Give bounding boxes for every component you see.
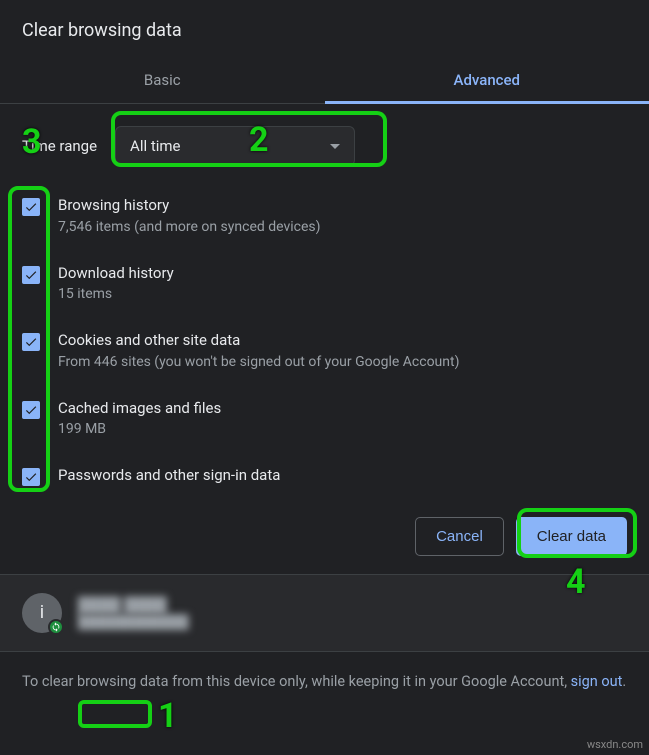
item-text: Download history 15 items: [58, 262, 627, 306]
item-text: Passwords and other sign-in data: [58, 464, 627, 487]
list-item: Cached images and files 199 MB: [22, 385, 627, 453]
check-icon: [24, 470, 38, 484]
watermark: wsxdn.com: [587, 738, 643, 751]
item-title: Cached images and files: [58, 397, 627, 420]
time-range-row: Time range All time: [0, 104, 649, 176]
list-item: Cookies and other site data From 446 sit…: [22, 317, 627, 385]
item-sub: 15 items: [58, 284, 627, 305]
clear-data-button[interactable]: Clear data: [516, 517, 627, 556]
item-title: Cookies and other site data: [58, 329, 627, 352]
checkbox-passwords[interactable]: [22, 468, 40, 486]
avatar-initial: i: [40, 602, 44, 623]
time-range-value: All time: [130, 137, 180, 155]
item-text: Cookies and other site data From 446 sit…: [58, 329, 627, 373]
profile-section: i ████ ████ ████████████: [0, 574, 649, 652]
item-title: Download history: [58, 262, 627, 285]
list-item: Passwords and other sign-in data: [22, 452, 627, 499]
dialog-actions: Cancel Clear data: [0, 499, 649, 574]
profile-name: ████ ████: [78, 596, 189, 614]
footer-pre: To clear browsing data from this device …: [22, 673, 571, 690]
check-icon: [24, 200, 38, 214]
footer-note: To clear browsing data from this device …: [0, 652, 649, 711]
tab-basic[interactable]: Basic: [0, 57, 325, 103]
checkbox-download-history[interactable]: [22, 266, 40, 284]
item-title: Browsing history: [58, 194, 627, 217]
item-title: Passwords and other sign-in data: [58, 464, 627, 487]
list-item: Browsing history 7,546 items (and more o…: [22, 182, 627, 250]
item-text: Browsing history 7,546 items (and more o…: [58, 194, 627, 238]
tab-bar: Basic Advanced: [0, 57, 649, 104]
item-text: Cached images and files 199 MB: [58, 397, 627, 441]
tab-advanced[interactable]: Advanced: [325, 57, 649, 103]
check-icon: [24, 335, 38, 349]
dialog-title: Clear browsing data: [0, 0, 649, 57]
item-sub: From 446 sites (you won't be signed out …: [58, 352, 627, 373]
time-range-label: Time range: [22, 137, 97, 155]
checkbox-browsing-history[interactable]: [22, 198, 40, 216]
footer-post: .: [622, 673, 626, 690]
cancel-button[interactable]: Cancel: [415, 517, 504, 556]
clear-browsing-data-dialog: Clear browsing data Basic Advanced Time …: [0, 0, 649, 711]
item-sub: 7,546 items (and more on synced devices): [58, 217, 627, 238]
avatar: i: [22, 593, 62, 633]
time-range-select[interactable]: All time: [115, 126, 355, 166]
list-item: Download history 15 items: [22, 250, 627, 318]
checkbox-cached-files[interactable]: [22, 401, 40, 419]
sync-badge-icon: [48, 619, 64, 635]
data-type-list: Browsing history 7,546 items (and more o…: [0, 176, 649, 499]
sign-out-link[interactable]: sign out: [571, 673, 623, 690]
check-icon: [24, 268, 38, 282]
item-sub: 199 MB: [58, 419, 627, 440]
profile-text: ████ ████ ████████████: [78, 596, 189, 630]
checkbox-cookies[interactable]: [22, 333, 40, 351]
profile-email: ████████████: [78, 614, 189, 630]
check-icon: [24, 403, 38, 417]
chevron-down-icon: [330, 144, 340, 149]
